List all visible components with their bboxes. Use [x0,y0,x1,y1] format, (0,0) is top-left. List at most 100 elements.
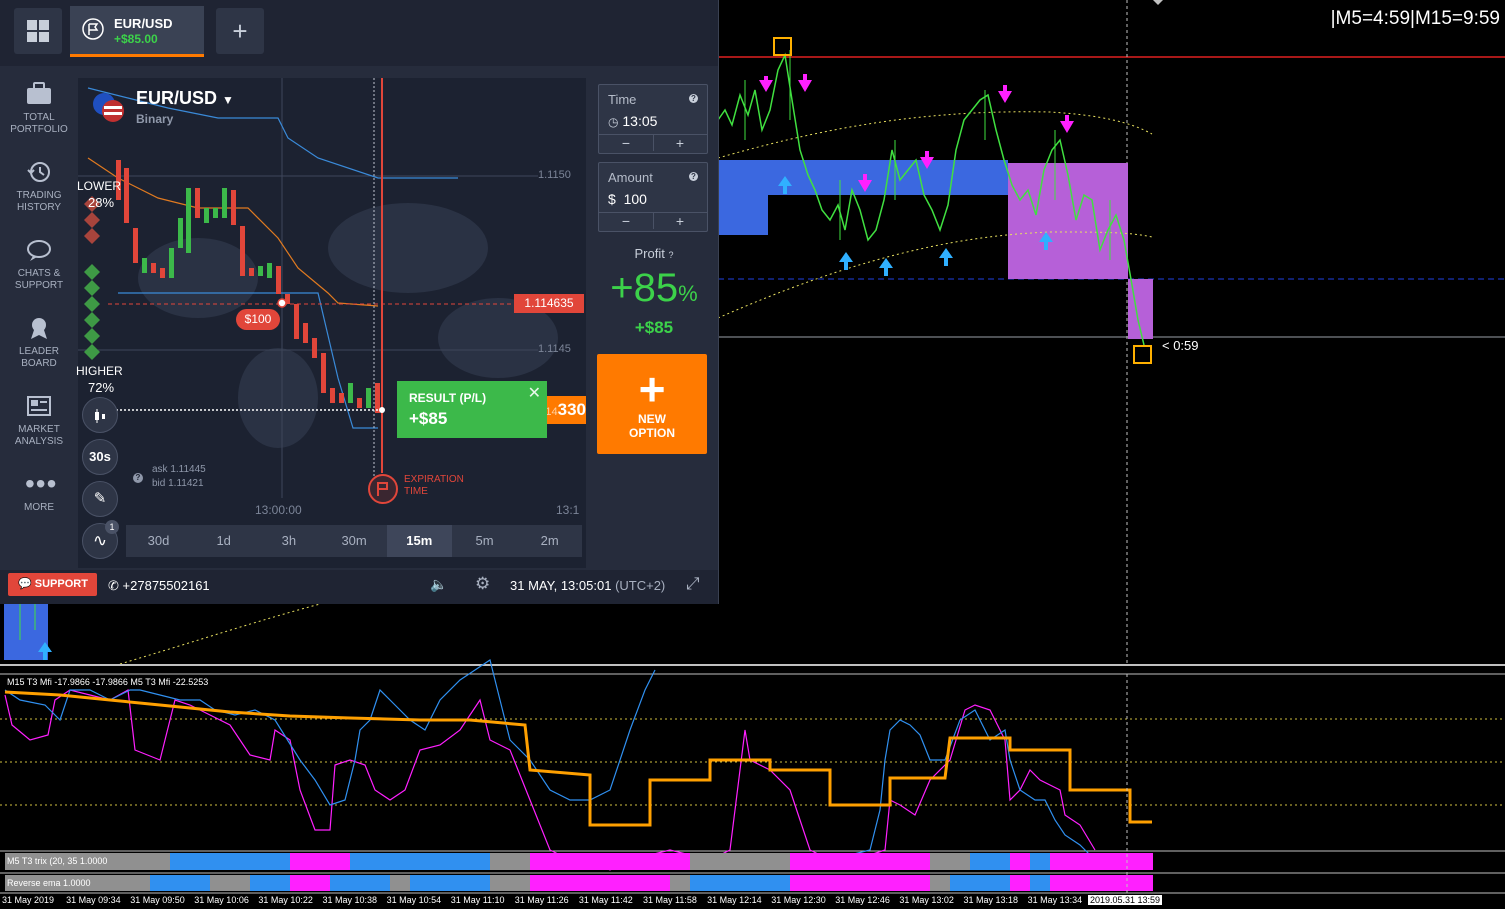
support-phone[interactable]: ✆ +27875502161 [108,578,210,594]
time-axis-label: 31 May 10:54 [386,895,442,905]
time-increase-button[interactable]: + [653,135,707,151]
asset-chart[interactable]: EUR/USD ▼ Binary LOWER 28% HIGHER 72% 1.… [76,78,586,568]
time-tick: 13:1 [556,503,580,517]
time-axis-label: 31 May 13:02 [899,895,954,905]
time-axis-label: 31 May 11:42 [578,895,633,905]
profit-label: Profit ? [590,246,718,261]
time-decrease-button[interactable]: − [599,135,654,151]
timezone-text: (UTC+2) [615,578,666,593]
timeframe-5m[interactable]: 5m [452,525,517,557]
time-axis-label: 31 May 12:46 [835,895,890,905]
sidebar-label: SUPPORT [14,280,64,291]
add-asset-button[interactable]: + [216,8,264,54]
draw-tools-button[interactable]: ✎ [82,481,118,517]
sidebar-label: BOARD [21,358,57,369]
indicators-button[interactable]: ∿ 1 [82,520,119,559]
sidebar-item-leaderboard[interactable]: LEADER BOARD [0,316,78,370]
price-level: 1.1145 [538,343,571,355]
timeframe-1d[interactable]: 1d [191,525,256,557]
time-axis-current: 2019.05.31 13:59 [1088,895,1163,905]
time-axis-label: 31 May 13:34 [1027,895,1083,905]
asset-type: Binary [136,112,174,126]
higher-percent: 72% [88,380,115,395]
asset-tab-eurusd[interactable]: EUR/USD +$85.00 [70,6,204,57]
profit-percent: +85% [590,266,718,311]
settings-button[interactable]: ⚙ [475,574,490,594]
profit-percent-value: +85 [610,266,679,310]
phone-icon: ✆ [108,578,119,593]
sidebar-item-market-analysis[interactable]: MARKET ANALYSIS [0,394,78,448]
profit-value: +$85 [634,318,674,337]
briefcase-icon [27,82,51,104]
timeframe-30d[interactable]: 30d [126,525,191,557]
time-value-text: 13:05 [622,113,658,129]
sidebar-label: HISTORY [16,202,62,213]
help-icon[interactable]: ? [133,473,143,483]
lower-percent: 28% [88,195,115,210]
sidebar-label: TRADING [16,190,62,201]
timeframe-timer: |M5=4:59|M15=9:59 [1330,8,1500,29]
time-axis-label: 31 May 10:38 [322,895,378,905]
investment-badge: $100 [236,309,280,330]
interval-button[interactable]: 30s [82,439,118,475]
grid-icon [27,20,49,42]
amount-field[interactable]: Amount ? $ 100 − + [598,162,708,232]
datetime-text: 31 MAY, 13:05:01 [510,578,612,593]
chat-icon: 💬 [18,578,32,590]
timeframe-3h[interactable]: 3h [256,525,321,557]
close-icon[interactable]: ✕ [528,383,541,403]
expiration-label-2: TIME [404,486,428,497]
ask-price: ask 1.11445 [152,464,206,475]
sidebar-label: LEADER [18,346,59,357]
grid-menu-button[interactable] [14,8,62,54]
pencil-icon: ✎ [93,490,107,507]
amount-input[interactable]: $ 100 [608,191,647,207]
time-stepper: − + [599,134,707,153]
timeframe-15m[interactable]: 15m [386,525,452,557]
plus-icon: + [232,16,248,46]
current-price-tag: 1.114635 [514,294,584,313]
sidebar-item-more[interactable]: ••• MORE [0,470,78,514]
speaker-mute-icon: 🔈 [430,576,448,592]
mute-button[interactable]: 🔈 [430,576,447,593]
help-icon[interactable]: ? [689,94,698,103]
plus-icon: + [638,363,666,415]
time-axis-label: 31 May 12:14 [707,895,762,905]
history-icon [27,162,50,182]
sidebar-item-portfolio[interactable]: TOTAL PORTFOLIO [0,82,78,136]
help-icon[interactable]: ? [689,172,698,181]
timeframe-30m[interactable]: 30m [322,525,387,557]
asset-title[interactable]: EUR/USD ▼ [136,88,234,109]
asset-name: EUR/USD [136,88,218,108]
profit-percent-sign: % [678,281,698,306]
help-icon[interactable]: ? [668,250,673,260]
result-popup: RESULT (P/L) +$85 ✕ [397,381,547,438]
sidebar-label: ANALYSIS [14,436,64,447]
sidebar-item-trading-history[interactable]: TRADING HISTORY [0,160,78,214]
finish-flag-icon [377,482,388,496]
amount-decrease-button[interactable]: − [599,213,654,229]
phone-number: +27875502161 [122,578,210,593]
flag-icon [82,18,104,40]
clock-icon: ◷ [608,115,619,129]
asset-tab-pl: +$85.00 [114,32,158,46]
live-price-suffix: 330 [557,400,586,419]
sidebar-label: PORTFOLIO [10,124,68,135]
top-bar: EUR/USD +$85.00 + [0,0,718,66]
price-level: 1.1150 [538,169,571,181]
sidebar-item-chats-support[interactable]: CHATS & SUPPORT [0,238,78,292]
indicator-header: M15 T3 Mfi -17.9866 -17.9866 M5 T3 Mfi -… [7,677,209,687]
amount-label: Amount [608,170,653,185]
sidebar-label: CHATS & [17,268,61,279]
amount-increase-button[interactable]: + [653,213,707,229]
time-axis-label: 31 May 12:30 [771,895,826,905]
result-label: RESULT (P/L) [409,391,487,405]
server-datetime: 31 MAY, 13:05:01 (UTC+2) [510,578,665,593]
expiry-time-field[interactable]: Time ? ◷ 13:05 − + [598,84,708,154]
news-icon [27,396,51,416]
timeframe-2m[interactable]: 2m [517,525,582,557]
new-option-button[interactable]: + NEW OPTION [597,354,707,454]
fullscreen-button[interactable]: ⤢ [686,574,700,594]
support-button[interactable]: 💬 SUPPORT [8,573,97,596]
chart-type-button[interactable] [82,397,118,433]
